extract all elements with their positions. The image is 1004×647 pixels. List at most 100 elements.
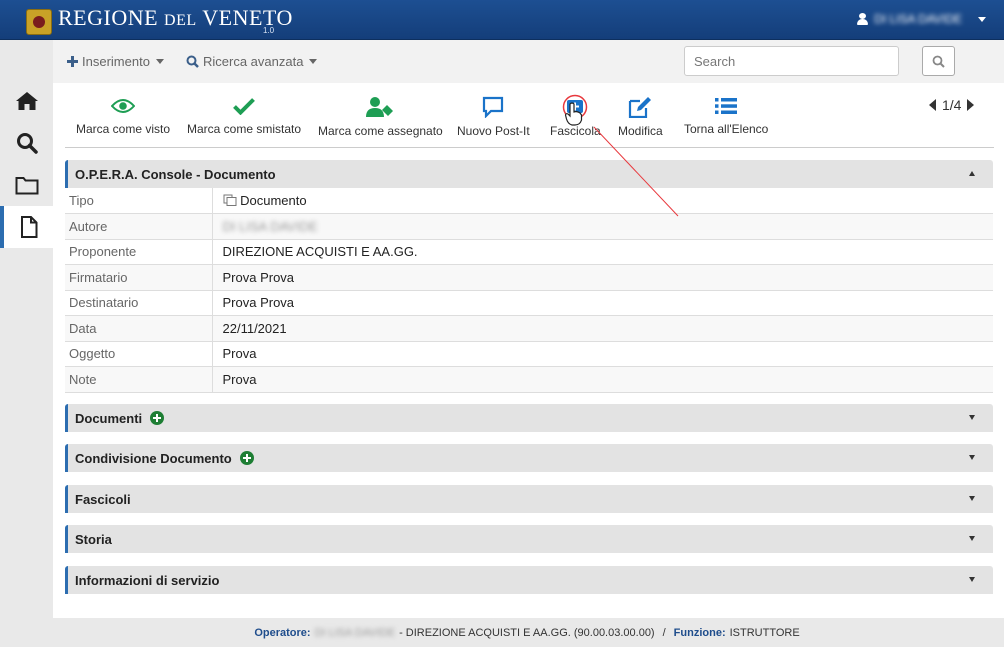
tipo-value: Documento	[240, 193, 307, 208]
check-icon	[233, 98, 255, 115]
field-value: Prova Prova	[212, 290, 993, 316]
direzione-value: - DIREZIONE ACQUISTI E AA.GG. (90.00.03.…	[399, 626, 655, 639]
torna-elenco-button[interactable]: Torna all'Elenco	[684, 96, 768, 136]
record-pager: 1/4	[929, 97, 975, 113]
field-value: DIREZIONE ACQUISTI E AA.GG.	[212, 239, 993, 265]
expand-down-icon[interactable]	[969, 455, 975, 460]
documenti-title: Documenti	[75, 410, 143, 426]
list-icon	[715, 98, 738, 114]
main-content: Inserimento Ricerca avanzata Marca come …	[53, 40, 1004, 618]
chevron-down-icon	[155, 59, 164, 64]
field-label: Note	[65, 366, 213, 393]
storia-section-header[interactable]: Storia	[65, 525, 993, 553]
chevron-down-icon	[978, 16, 986, 22]
table-row: Oggetto Prova	[65, 341, 993, 367]
table-row: Note Prova	[65, 366, 993, 393]
ricerca-avanzata-menu[interactable]: Ricerca avanzata	[186, 54, 318, 69]
next-record-icon[interactable]	[967, 99, 975, 111]
field-value: Prova	[212, 341, 993, 367]
search-input[interactable]	[684, 46, 899, 76]
storia-title: Storia	[75, 531, 112, 547]
documents-icon	[223, 194, 236, 206]
pager-label: 1/4	[942, 97, 962, 113]
ricerca-avanzata-label: Ricerca avanzata	[203, 54, 304, 69]
modifica-label: Modifica	[618, 124, 663, 138]
nuovo-postit-button[interactable]: Nuovo Post-It	[457, 96, 530, 138]
action-menubar: Inserimento Ricerca avanzata	[53, 40, 1004, 83]
field-value: DI LISA DAVIDE	[212, 213, 993, 240]
sidebar-item-folder[interactable]	[0, 164, 53, 206]
crest-icon	[26, 9, 52, 35]
previous-record-icon[interactable]	[929, 99, 936, 111]
search-icon	[16, 133, 38, 154]
autore-value: DI LISA DAVIDE	[222, 218, 318, 234]
table-row: Autore DI LISA DAVIDE	[65, 213, 993, 240]
hand-pointer-icon	[564, 102, 583, 126]
marca-visto-button[interactable]: Marca come visto	[76, 96, 170, 136]
folder-icon	[15, 176, 38, 194]
field-label: Proponente	[65, 239, 213, 265]
fascicoli-section-header[interactable]: Fascicoli	[65, 485, 993, 513]
marca-visto-label: Marca come visto	[76, 122, 171, 136]
chevron-down-icon	[309, 59, 318, 64]
field-value: 22/11/2021	[212, 315, 993, 342]
info-servizio-section-header[interactable]: Informazioni di servizio	[65, 566, 993, 594]
field-label: Autore	[65, 213, 213, 240]
field-label: Destinatario	[65, 290, 213, 316]
field-label: Firmatario	[65, 264, 213, 291]
add-circle-icon[interactable]	[239, 451, 254, 465]
marca-smistato-label: Marca come smistato	[187, 122, 302, 136]
fascicoli-title: Fascicoli	[75, 491, 131, 507]
user-name: DI LISA DAVIDE	[874, 12, 962, 26]
field-value: Prova Prova	[212, 264, 993, 291]
collapse-up-icon[interactable]	[969, 171, 975, 176]
document-panel-header[interactable]: O.P.E.R.A. Console - Documento	[65, 160, 993, 188]
table-row: Proponente DIREZIONE ACQUISTI E AA.GG.	[65, 239, 993, 265]
inserimento-menu[interactable]: Inserimento	[67, 54, 164, 69]
documenti-section-header[interactable]: Documenti	[65, 404, 993, 432]
toolbar-divider	[65, 147, 994, 148]
top-header-bar: REGIONE DEL VENETO 1.0 DI LISA DAVIDE	[0, 0, 1004, 40]
torna-elenco-label: Torna all'Elenco	[684, 122, 769, 136]
home-icon	[15, 92, 38, 110]
add-circle-icon[interactable]	[150, 411, 165, 425]
info-servizio-title: Informazioni di servizio	[75, 572, 220, 588]
search-icon	[932, 55, 945, 68]
sidebar-item-home[interactable]	[0, 80, 53, 122]
marca-smistato-button[interactable]: Marca come smistato	[187, 96, 301, 136]
expand-down-icon[interactable]	[969, 415, 975, 420]
eye-icon	[111, 99, 136, 113]
fascicola-label: Fascicola	[550, 124, 601, 138]
operatore-value: DI LISA DAVIDE	[314, 626, 396, 639]
sidebar-item-search[interactable]	[0, 122, 53, 164]
inserimento-label: Inserimento	[82, 54, 150, 69]
user-menu[interactable]: DI LISA DAVIDE	[857, 12, 986, 26]
field-label: Oggetto	[65, 341, 213, 367]
modifica-button[interactable]: Modifica	[618, 96, 663, 138]
footer-separator: /	[662, 626, 666, 639]
regione-veneto-logo[interactable]: REGIONE DEL VENETO	[26, 5, 293, 35]
plus-icon	[67, 56, 78, 67]
table-row: Data 22/11/2021	[65, 315, 993, 342]
expand-down-icon[interactable]	[969, 577, 975, 582]
document-panel-title: O.P.E.R.A. Console - Documento	[75, 166, 276, 182]
funzione-label: Funzione:	[673, 626, 726, 639]
expand-down-icon[interactable]	[969, 536, 975, 541]
marca-assegnato-label: Marca come assegnato	[318, 124, 443, 138]
search-button[interactable]	[922, 46, 955, 76]
marca-assegnato-button[interactable]: Marca come assegnato	[318, 96, 443, 138]
field-value: Documento	[212, 188, 993, 214]
comment-icon	[483, 96, 504, 118]
expand-down-icon[interactable]	[969, 496, 975, 501]
sidebar-item-document[interactable]	[0, 206, 53, 248]
logo-word-veneto: VENETO	[202, 5, 293, 30]
logo-word-del: DEL	[164, 12, 197, 29]
table-row: Tipo Documento	[65, 188, 993, 214]
table-row: Destinatario Prova Prova	[65, 290, 993, 316]
funzione-value: ISTRUTTORE	[729, 626, 800, 639]
table-row: Firmatario Prova Prova	[65, 264, 993, 291]
left-sidebar	[0, 40, 53, 618]
document-details-table: Tipo Documento Autore DI LISA DAVIDE Pro…	[65, 188, 993, 393]
file-icon	[20, 216, 37, 238]
condivisione-section-header[interactable]: Condivisione Documento	[65, 444, 993, 472]
